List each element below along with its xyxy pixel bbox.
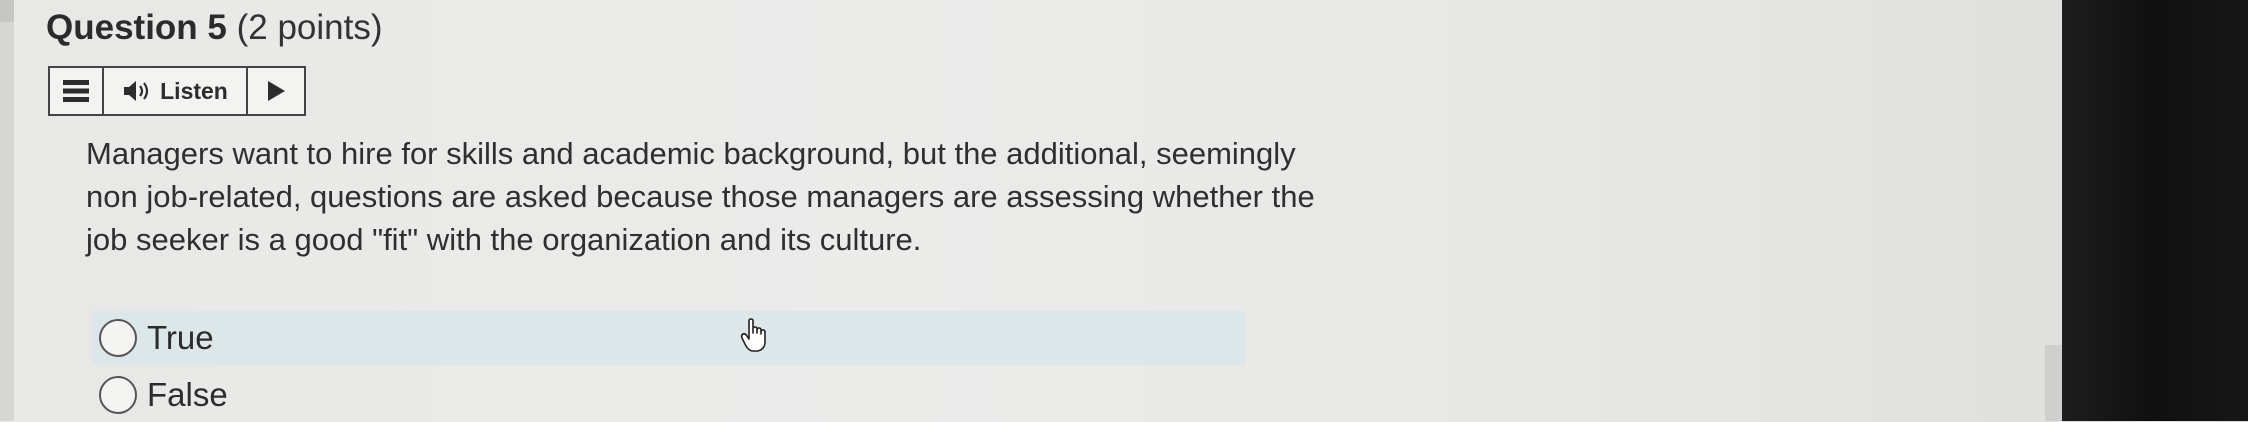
hand-cursor-icon <box>740 318 766 352</box>
answer-option-false[interactable]: False <box>92 368 1246 422</box>
speaker-icon <box>124 81 149 101</box>
listen-toolbar: Listen <box>48 66 306 116</box>
answer-option-true[interactable]: True <box>92 311 1246 365</box>
menu-icon <box>63 80 89 102</box>
listen-menu-button[interactable] <box>50 68 104 114</box>
monitor-bezel <box>2062 0 2248 421</box>
answer-label-true: True <box>147 319 214 356</box>
question-number: Question 5 <box>46 8 227 47</box>
question-title: Question 5 (2 points) <box>46 8 383 48</box>
listen-button[interactable]: Listen <box>104 68 248 114</box>
answer-label-false: False <box>147 376 228 413</box>
left-border <box>0 0 14 421</box>
page-edge <box>2045 345 2063 421</box>
play-button[interactable] <box>248 68 304 114</box>
play-icon <box>268 81 285 101</box>
listen-label: Listen <box>160 77 228 104</box>
radio-button-false[interactable] <box>99 376 137 414</box>
question-points: (2 points) <box>236 8 383 47</box>
question-text: Managers want to hire for skills and aca… <box>86 136 1315 257</box>
radio-button-true[interactable] <box>99 319 137 357</box>
